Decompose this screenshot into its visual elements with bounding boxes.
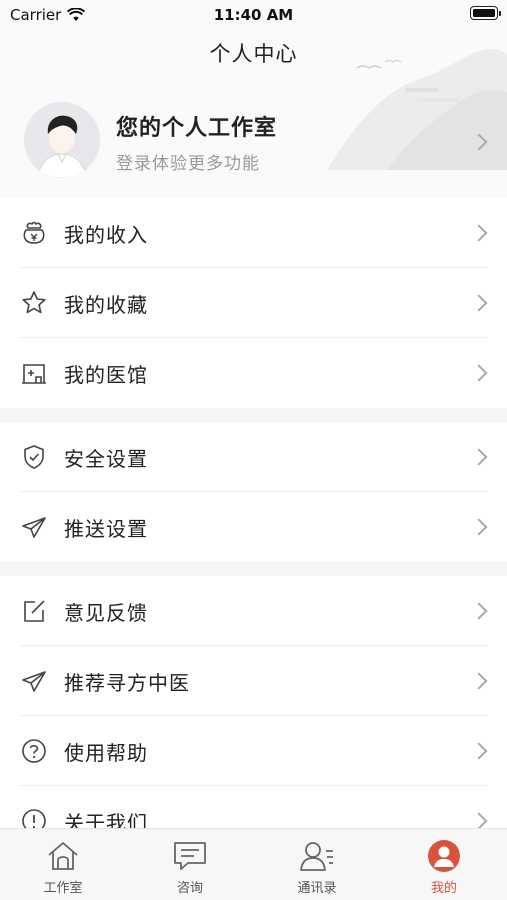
chat-icon (174, 842, 206, 870)
user-icon (428, 840, 460, 872)
send-icon (22, 671, 46, 692)
menu-item-feedback[interactable]: 意见反馈 (0, 576, 507, 646)
menu-item-label: 我的医馆 (64, 363, 148, 387)
send-icon (22, 517, 46, 538)
chevron-right-icon (470, 812, 488, 830)
menu-item-security[interactable]: 安全设置 (0, 422, 507, 492)
wallet-icon (23, 221, 45, 244)
star-icon (22, 291, 46, 314)
status-bar: Carrier 11:40 AM (0, 0, 507, 30)
tab-contacts[interactable]: 通讯录 (254, 829, 380, 900)
chevron-right-icon (470, 742, 488, 760)
tab-label: 工作室 (43, 881, 83, 896)
menu-item-label: 我的收入 (64, 223, 148, 247)
tab-label: 咨询 (176, 881, 203, 896)
home-icon (48, 842, 78, 870)
chevron-right-icon (470, 518, 488, 536)
edit-icon (24, 600, 45, 622)
menu-item-push-settings[interactable]: 推送设置 (0, 492, 507, 562)
menu-item-label: 我的收藏 (64, 293, 148, 317)
tab-consult[interactable]: 咨询 (127, 829, 253, 900)
tab-workspace[interactable]: 工作室 (0, 829, 126, 900)
menu-item-clinic[interactable]: 我的医馆 (0, 338, 507, 408)
menu-item-help[interactable]: 使用帮助 (0, 716, 507, 786)
chevron-right-icon (470, 224, 488, 242)
help-icon (22, 739, 46, 763)
chevron-right-icon (470, 364, 488, 382)
menu-item-label: 推荐寻方中医 (64, 671, 190, 695)
profile-card[interactable]: 您的个人工作室 登录体验更多功能 (0, 88, 507, 198)
avatar-illustration (24, 102, 100, 178)
menu-item-recommend[interactable]: 推荐寻方中医 (0, 646, 507, 716)
shield-icon (24, 445, 44, 469)
status-time: 11:40 AM (213, 6, 294, 24)
chevron-right-icon (470, 133, 488, 151)
battery-icon (470, 6, 501, 20)
tab-label: 我的 (430, 881, 457, 896)
menu-group-account: 我的收入 我的收藏 我的医馆 (0, 198, 507, 408)
header: Carrier 11:40 AM 个人中心 您的个人工作室 登录体验更多功能 (0, 0, 507, 198)
menu-item-label: 推送设置 (64, 517, 148, 541)
tab-bar: 工作室 咨询 通讯录 我的 (0, 828, 507, 900)
menu-item-income[interactable]: 我的收入 (0, 198, 507, 268)
tab-me[interactable]: 我的 (381, 829, 507, 900)
profile-name: 您的个人工作室 (116, 116, 278, 141)
menu-item-label: 安全设置 (64, 447, 148, 471)
clinic-icon (22, 364, 46, 384)
menu-item-label: 使用帮助 (64, 741, 148, 765)
menu-item-label: 意见反馈 (64, 601, 148, 625)
contacts-icon (300, 842, 333, 871)
profile-subtitle: 登录体验更多功能 (116, 154, 260, 174)
chevron-right-icon (470, 602, 488, 620)
chevron-right-icon (470, 672, 488, 690)
avatar (24, 102, 100, 178)
chevron-right-icon (470, 294, 488, 312)
menu-group-settings: 安全设置 推送设置 (0, 422, 507, 562)
menu-item-favorites[interactable]: 我的收藏 (0, 268, 507, 338)
menu-group-support: 意见反馈 推荐寻方中医 使用帮助 关于我们 (0, 576, 507, 856)
chevron-right-icon (470, 448, 488, 466)
tab-label: 通讯录 (297, 881, 337, 896)
